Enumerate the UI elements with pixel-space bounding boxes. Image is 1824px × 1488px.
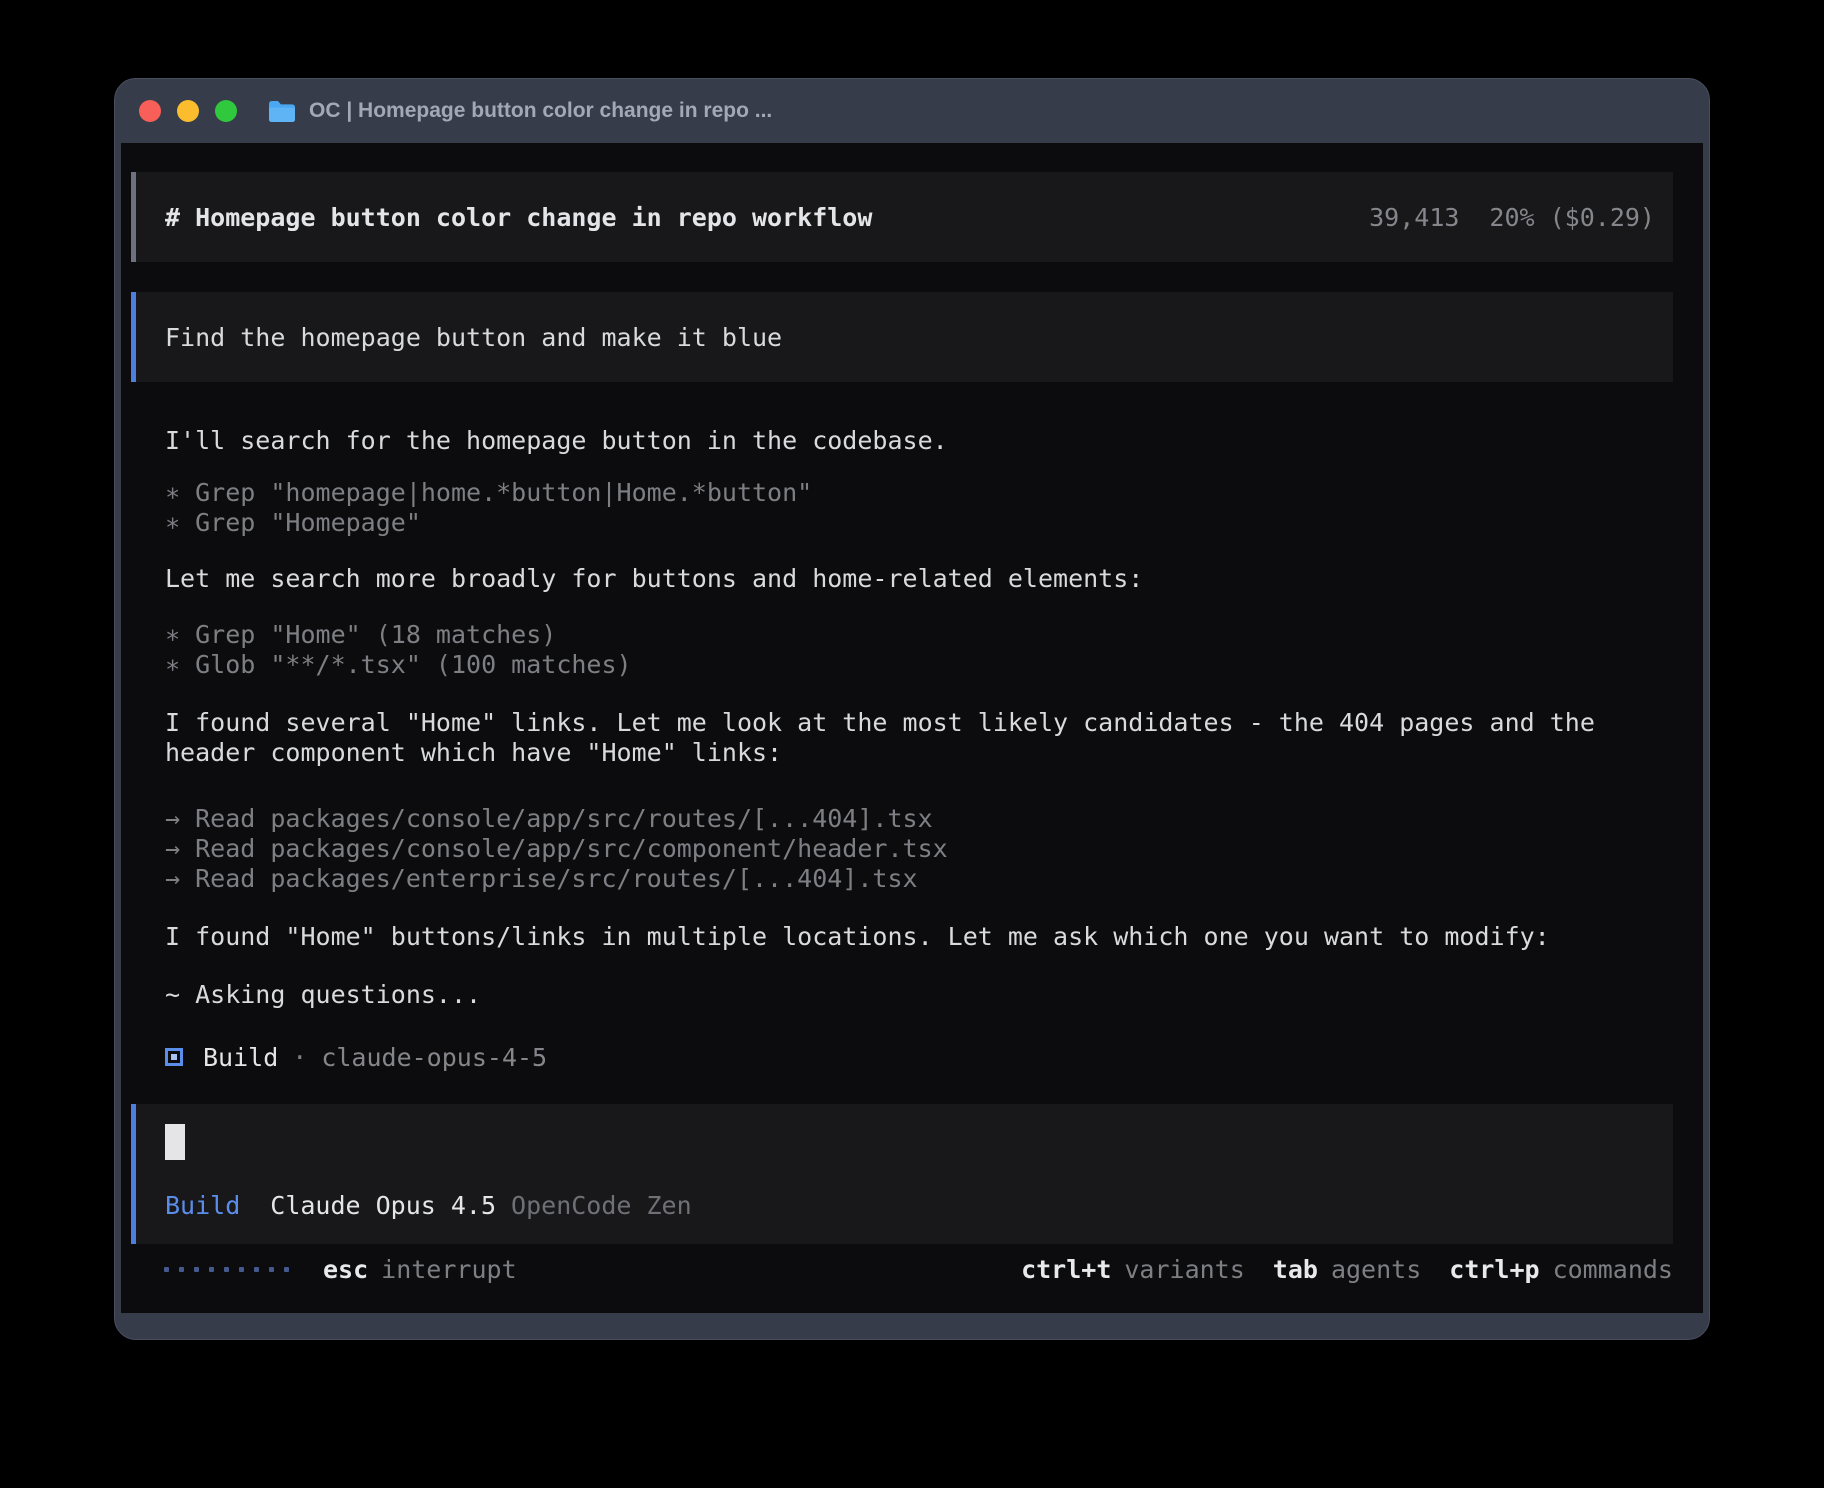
desktop-background: OC | Homepage button color change in rep… [0,0,1824,1488]
tool-call-grep: ∗ Grep "Homepage" [165,508,1673,538]
token-count: 39,413 [1369,203,1459,232]
spinner-dots [164,1267,289,1272]
tool-call-read: → Read packages/console/app/src/componen… [165,834,1673,864]
model-id: claude-opus-4-5 [321,1043,547,1072]
session-header: # Homepage button color change in repo w… [131,172,1673,262]
minimize-button[interactable] [177,100,199,122]
close-button[interactable] [139,100,161,122]
provider-name: OpenCode Zen [511,1191,692,1221]
tool-call-read: → Read packages/enterprise/src/routes/[.… [165,864,1673,894]
status-bar-left: esc interrupt [164,1255,517,1284]
status-bar: esc interrupt ctrl+t variants tab agents… [131,1254,1673,1284]
user-message: Find the homepage button and make it blu… [131,292,1673,382]
hint-interrupt: esc interrupt [323,1255,517,1284]
user-message-text: Find the homepage button and make it blu… [165,323,782,352]
folder-icon [267,99,297,124]
label-commands: commands [1553,1255,1673,1284]
terminal-content: # Homepage button color change in repo w… [121,143,1703,1313]
session-title: # Homepage button color change in repo w… [165,203,872,232]
window-bottom-chrome [115,1313,1709,1339]
assistant-text: I'll search for the homepage button in t… [165,426,1673,456]
tool-call-grep: ∗ Grep "Home" (18 matches) [165,620,1673,650]
title-group: OC | Homepage button color change in rep… [267,99,772,124]
key-ctrl-t: ctrl+t [1021,1255,1111,1284]
zoom-button[interactable] [215,100,237,122]
traffic-lights [139,100,237,122]
session-stats: 39,413 20% ($0.29) [1369,203,1655,232]
agent-name: Build [203,1043,278,1072]
assistant-text: I found "Home" buttons/links in multiple… [165,922,1673,952]
assistant-text: I found several "Home" links. Let me loo… [165,708,1673,768]
window-title: OC | Homepage button color change in rep… [309,99,772,123]
tool-call-glob: ∗ Glob "**/*.tsx" (100 matches) [165,650,1673,680]
label-agents: agents [1331,1255,1421,1284]
window-titlebar[interactable]: OC | Homepage button color change in rep… [115,79,1709,143]
hint-agents: tab agents [1273,1255,1421,1284]
agent-status: Build · claude-opus-4-5 [165,1042,1673,1072]
terminal-window: OC | Homepage button color change in rep… [114,78,1710,1340]
tool-call-read: → Read packages/console/app/src/routes/[… [165,804,1673,834]
dot-separator: · [292,1043,307,1072]
key-esc: esc [323,1255,368,1284]
hint-variants: ctrl+t variants [1021,1255,1245,1284]
label-interrupt: interrupt [381,1255,516,1284]
model-name: Claude Opus 4.5 [270,1191,496,1221]
agent-icon [165,1048,183,1066]
key-tab: tab [1273,1255,1318,1284]
prompt-input[interactable]: Build Claude Opus 4.5 OpenCode Zen [131,1104,1673,1244]
tool-call-grep: ∗ Grep "homepage|home.*button|Home.*butt… [165,478,1673,508]
text-cursor [165,1124,185,1160]
assistant-text: Let me search more broadly for buttons a… [165,564,1673,594]
model-row: Build Claude Opus 4.5 OpenCode Zen [165,1191,1673,1221]
key-ctrl-p: ctrl+p [1449,1255,1539,1284]
assistant-status-text: ~ Asking questions... [165,980,1673,1010]
hint-commands: ctrl+p commands [1449,1255,1673,1284]
label-variants: variants [1124,1255,1244,1284]
context-usage: 20% ($0.29) [1489,203,1655,232]
status-bar-right: ctrl+t variants tab agents ctrl+p comman… [993,1255,1673,1284]
agent-badge: Build [165,1191,240,1221]
